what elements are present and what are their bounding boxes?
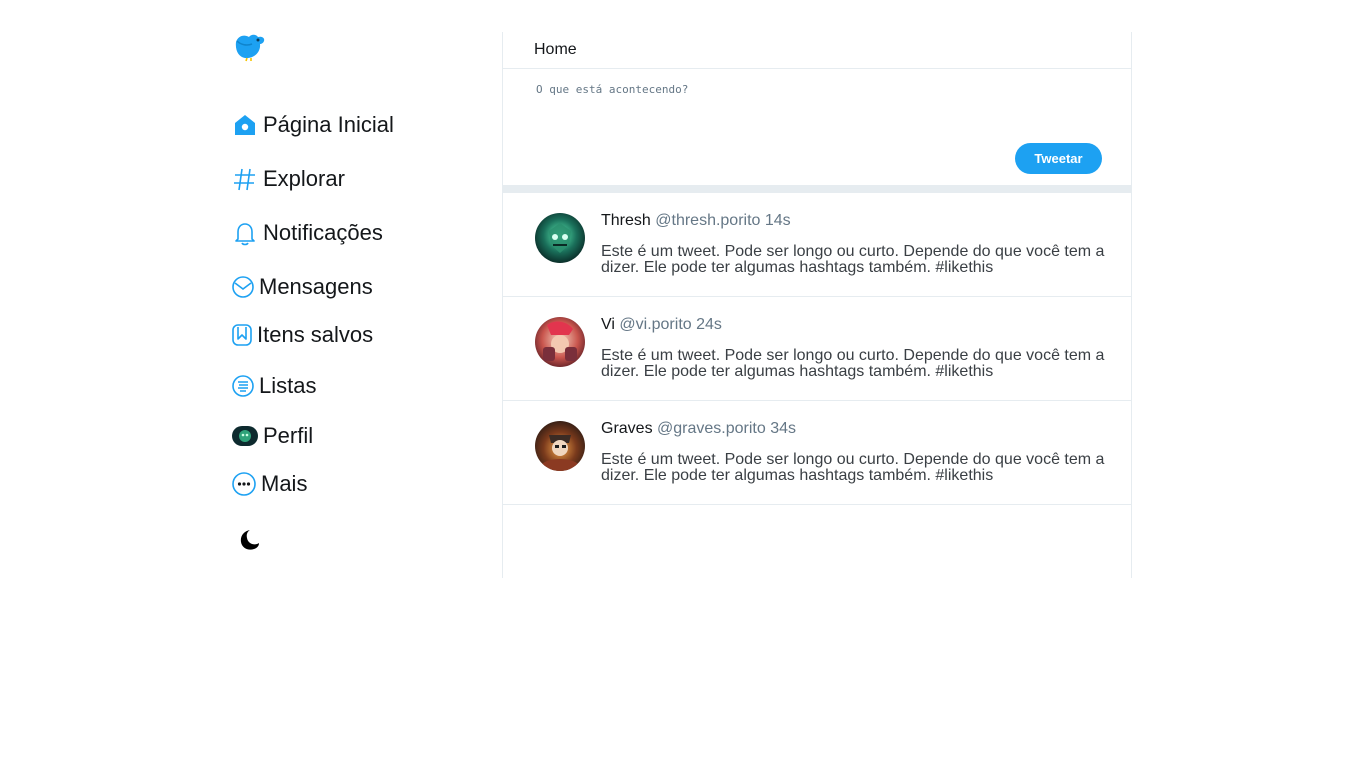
sidebar-item-lists[interactable]: Listas [231, 371, 316, 401]
tweet-author-name[interactable]: Thresh [601, 212, 651, 229]
tweet-header: Thresh @thresh.porito 14s [601, 212, 791, 230]
tweet-input[interactable] [534, 81, 1098, 135]
home-icon [231, 111, 259, 139]
main-timeline: Home Tweetar [502, 32, 1132, 578]
tweet-handle-time: @vi.porito 24s [619, 316, 722, 333]
sidebar-item-profile[interactable]: Perfil [231, 421, 313, 451]
bell-icon [231, 219, 259, 247]
hashtag-icon [231, 165, 259, 193]
tweet-item[interactable]: Thresh @thresh.porito 14s Este é um twee… [503, 193, 1131, 297]
envelope-icon [231, 273, 255, 301]
sidebar-item-label: Listas [259, 373, 317, 398]
tweet-header: Vi @vi.porito 24s [601, 316, 722, 334]
sidebar-item-label: Itens salvos [257, 322, 374, 347]
avatar[interactable] [535, 213, 585, 263]
tweet-author-name[interactable]: Vi [601, 316, 615, 333]
profile-avatar-icon [231, 422, 259, 450]
tweet-item[interactable]: Vi @vi.porito 24s Este é um tweet. Pode … [503, 297, 1131, 401]
tweet-handle-time: @thresh.porito 14s [655, 212, 791, 229]
more-icon [231, 470, 257, 498]
sidebar-item-label: Explorar [263, 166, 345, 191]
avatar[interactable] [535, 317, 585, 367]
tweet-item[interactable]: Graves @graves.porito 34s Este é um twee… [503, 401, 1131, 505]
tweet-text: Este é um tweet. Pode ser longo ou curto… [601, 243, 1105, 276]
list-icon [231, 372, 255, 400]
tweet-header: Graves @graves.porito 34s [601, 420, 796, 438]
bookmark-icon [231, 321, 253, 349]
tweet-text: Este é um tweet. Pode ser longo ou curto… [601, 347, 1105, 380]
tweet-composer: Tweetar [503, 69, 1131, 185]
sidebar-item-more[interactable]: Mais [231, 469, 307, 499]
sidebar-item-notifications[interactable]: Notificações [231, 218, 383, 248]
app-root: Página Inicial Explorar Notificações Men… [0, 0, 1366, 768]
avatar[interactable] [535, 421, 585, 471]
sidebar-item-label: Perfil [263, 423, 314, 448]
sidebar-item-bookmarks[interactable]: Itens salvos [231, 320, 373, 350]
section-divider [503, 185, 1131, 193]
bird-icon[interactable] [233, 32, 267, 62]
sidebar-item-label: Mensagens [259, 274, 373, 299]
tweet-author-name[interactable]: Graves [601, 420, 653, 437]
moon-icon[interactable] [233, 526, 261, 554]
sidebar-item-label: Notificações [263, 220, 383, 245]
tweet-text: Este é um tweet. Pode ser longo ou curto… [601, 451, 1105, 484]
sidebar-item-label: Mais [261, 471, 308, 496]
sidebar-item-explore[interactable]: Explorar [231, 164, 345, 194]
tweet-handle-time: @graves.porito 34s [657, 420, 797, 437]
page-title: Home [503, 32, 1131, 69]
sidebar-item-messages[interactable]: Mensagens [231, 272, 373, 302]
sidebar-item-label: Página Inicial [263, 112, 394, 137]
sidebar-item-home[interactable]: Página Inicial [231, 110, 394, 140]
tweet-button[interactable]: Tweetar [1015, 143, 1102, 174]
